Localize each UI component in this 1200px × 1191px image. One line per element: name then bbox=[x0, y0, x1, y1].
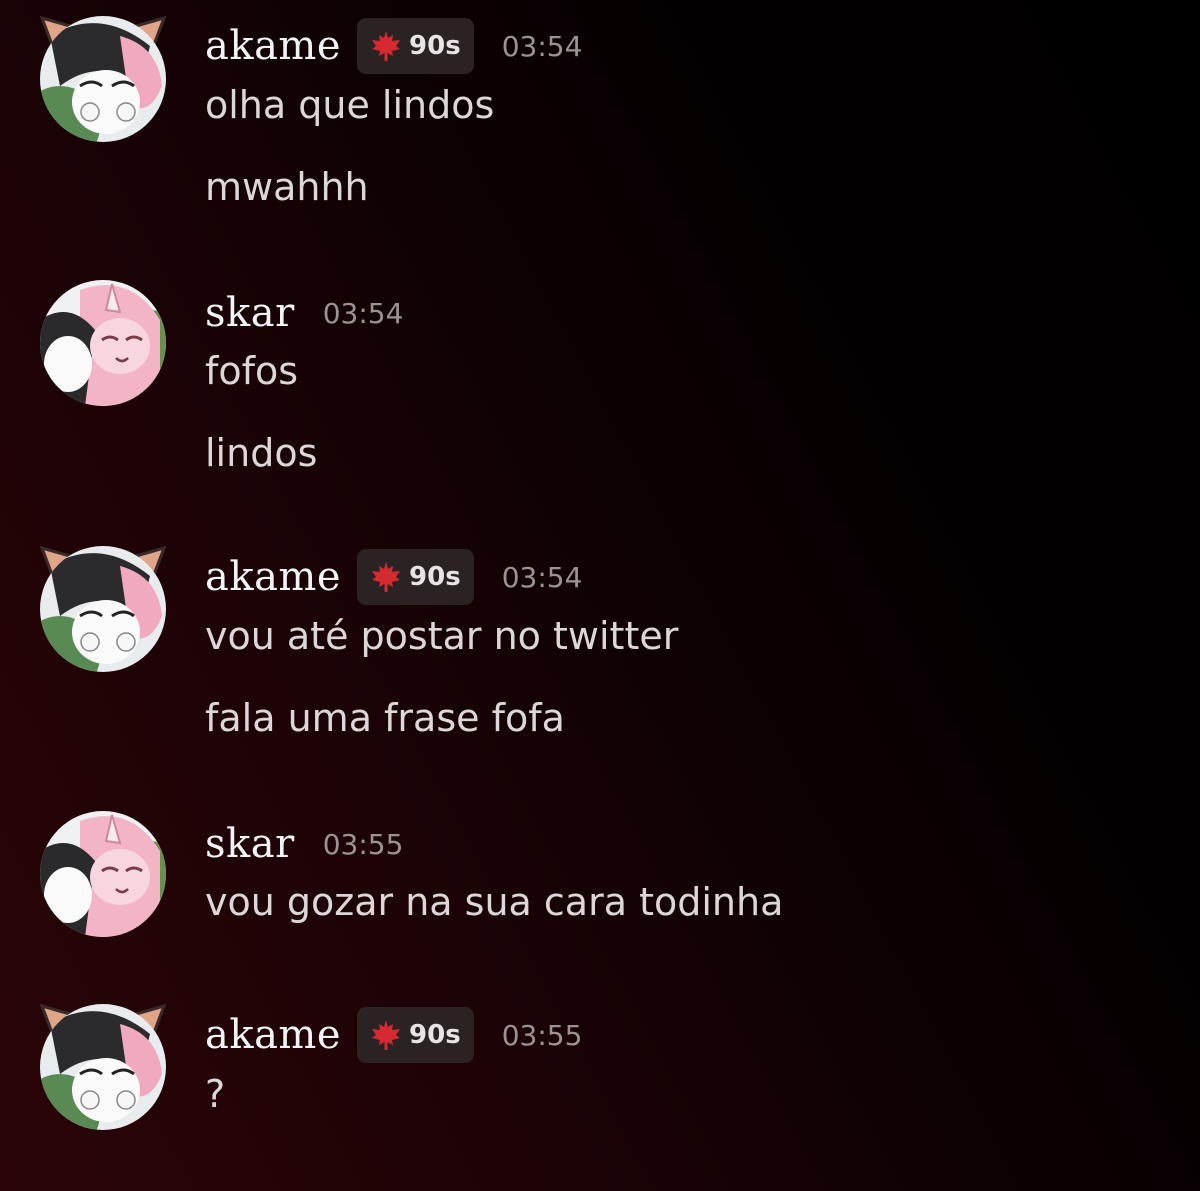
username[interactable]: skar bbox=[205, 293, 295, 333]
tag-label: 90s bbox=[409, 1020, 461, 1050]
avatar-akame-icon bbox=[39, 545, 167, 672]
message-header: akame 90s 03:54 bbox=[205, 18, 582, 74]
message-text: mwahhh bbox=[205, 165, 369, 209]
maple-leaf-icon bbox=[372, 562, 401, 592]
maple-leaf-icon bbox=[372, 1020, 401, 1050]
message-text: fala uma frase fofa bbox=[205, 696, 565, 740]
message-text: olha que lindos bbox=[205, 83, 495, 127]
avatar[interactable] bbox=[39, 15, 167, 142]
username[interactable]: akame bbox=[205, 1015, 341, 1055]
avatar[interactable] bbox=[39, 1003, 167, 1130]
username[interactable]: akame bbox=[205, 26, 341, 66]
timestamp: 03:54 bbox=[501, 560, 583, 594]
message-text: lindos bbox=[205, 431, 318, 475]
avatar-skar-icon bbox=[40, 811, 166, 937]
message-text: vou até postar no twitter bbox=[205, 614, 679, 658]
tag-label: 90s bbox=[409, 31, 461, 61]
chat-message-list: akame 90s 03:54 olha que lindos mwahhh s… bbox=[0, 0, 1200, 1191]
message-header: skar 03:55 bbox=[205, 816, 403, 872]
avatar[interactable] bbox=[40, 280, 166, 406]
message-header: akame 90s 03:55 bbox=[205, 1007, 582, 1063]
message-text: ? bbox=[205, 1072, 226, 1116]
message-header: akame 90s 03:54 bbox=[205, 549, 582, 605]
timestamp: 03:54 bbox=[501, 29, 583, 63]
role-tag[interactable]: 90s bbox=[357, 18, 474, 74]
avatar-akame-icon bbox=[39, 1003, 167, 1130]
avatar[interactable] bbox=[40, 811, 166, 937]
tag-label: 90s bbox=[409, 562, 461, 592]
message-text: vou gozar na sua cara todinha bbox=[205, 880, 784, 924]
avatar-skar-icon bbox=[40, 280, 166, 406]
timestamp: 03:55 bbox=[501, 1018, 583, 1052]
role-tag[interactable]: 90s bbox=[357, 1007, 474, 1063]
timestamp: 03:55 bbox=[322, 827, 404, 861]
maple-leaf-icon bbox=[372, 31, 401, 61]
username[interactable]: skar bbox=[205, 824, 295, 864]
username[interactable]: akame bbox=[205, 557, 341, 597]
timestamp: 03:54 bbox=[322, 296, 404, 330]
avatar[interactable] bbox=[39, 545, 167, 672]
message-header: skar 03:54 bbox=[205, 285, 403, 341]
message-text: fofos bbox=[205, 349, 299, 393]
avatar-akame-icon bbox=[39, 15, 167, 142]
role-tag[interactable]: 90s bbox=[357, 549, 474, 605]
